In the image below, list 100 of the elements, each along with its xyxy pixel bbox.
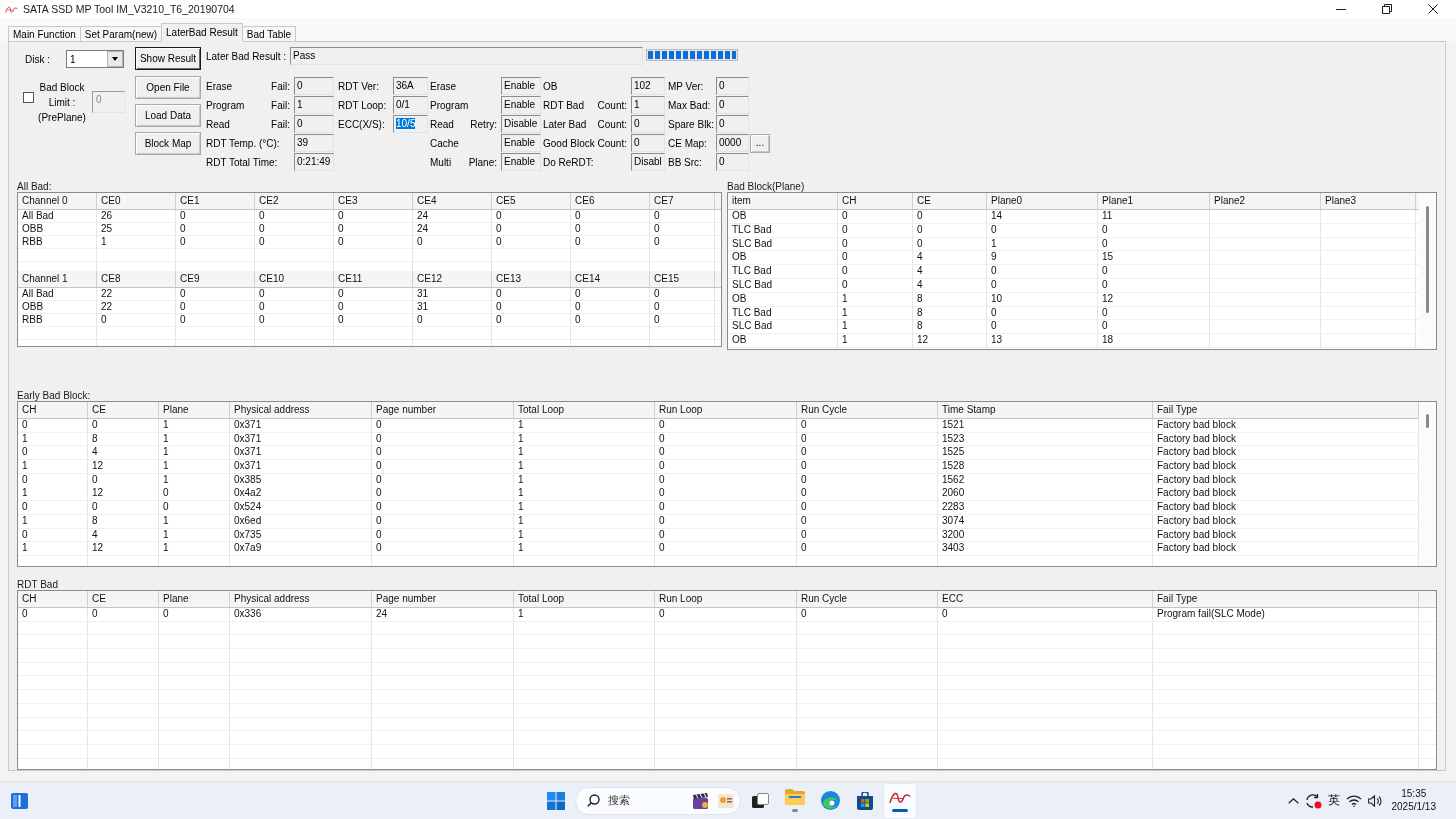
table-cell-text: 1 <box>21 514 29 528</box>
table-cell-text: 0 <box>495 314 503 327</box>
table-cell-text: 1523 <box>941 432 966 446</box>
value-field: 0 <box>631 134 665 152</box>
table-cell-text: SLC Bad <box>731 320 774 334</box>
push-button[interactable]: Load Data <box>135 104 201 127</box>
table-cell-text: 2060 <box>941 487 966 501</box>
table-cell-text: 0 <box>841 237 849 251</box>
tab[interactable]: LaterBad Result <box>161 23 243 42</box>
value-field: 0000 <box>716 134 749 152</box>
table-cell-text: 0 <box>800 432 808 446</box>
value-field: 0:21:49 <box>294 153 334 171</box>
split-panel-icon[interactable] <box>11 792 28 809</box>
table-cell-text: 0 <box>179 314 187 327</box>
clapperboard-icon <box>693 792 710 809</box>
table-cell-text: 26 <box>100 210 114 223</box>
tab[interactable]: Bad Table <box>241 26 297 42</box>
browse-button[interactable]: ... <box>750 133 770 153</box>
field-label: Count: <box>597 118 627 130</box>
column-header: Physical address <box>230 402 372 418</box>
table-cell-text: 8 <box>916 320 924 334</box>
tab[interactable]: Main Function <box>8 26 81 42</box>
tab[interactable]: Set Param(new) <box>79 26 163 42</box>
table-cell-text: 0 <box>574 210 582 223</box>
taskbar-button[interactable] <box>884 783 916 818</box>
table-cell-text: 0 <box>258 301 266 314</box>
column-header: CH <box>838 193 913 209</box>
column-header: CE <box>88 402 159 418</box>
table-cell-text: 0 <box>375 528 383 542</box>
table-cell-text: 0 <box>658 528 666 542</box>
table-cell-text: 1 <box>517 473 525 487</box>
column-header: Plane1 <box>1098 193 1210 209</box>
table-cell-text: 0 <box>990 223 998 237</box>
table-cell-text: 0 <box>21 473 29 487</box>
folder-icon <box>785 789 805 805</box>
table-cell-text: Program fail(SLC Mode) <box>1156 608 1266 621</box>
value-field: 0 <box>716 115 749 133</box>
table-cell-text: 12 <box>91 542 105 556</box>
table-cell-text: 0 <box>916 237 924 251</box>
table-cell-text: 0 <box>179 301 187 314</box>
table-cell-text: All Bad <box>21 210 55 223</box>
card-icon <box>718 793 734 808</box>
column-header: CE9 <box>176 271 255 287</box>
table-cell-text: Factory bad block <box>1156 501 1237 515</box>
input-method-button[interactable]: 英 <box>1324 785 1343 816</box>
table-cell-text: 0 <box>658 514 666 528</box>
field-label: Program <box>430 99 469 111</box>
field-label: ECC(X/S): <box>338 118 385 130</box>
table-cell-text: 0 <box>495 301 503 314</box>
table-cell-text: 0 <box>495 236 503 249</box>
table-cell-text: 0 <box>653 288 661 301</box>
scrollbar-thumb[interactable] <box>1426 206 1429 313</box>
table-cell-text: 0 <box>916 210 924 223</box>
push-button[interactable]: Show Result <box>135 47 201 70</box>
table-cell-text: 1 <box>162 473 170 487</box>
field-label: Cache <box>430 137 459 149</box>
column-header: CE10 <box>255 271 334 287</box>
table-cell-text: 0 <box>21 419 29 432</box>
column-header: Run Cycle <box>797 402 938 418</box>
table-cell-text: OBB <box>21 223 45 236</box>
table-cell-text: 0 <box>179 210 187 223</box>
indicator-bar-icon <box>892 808 908 812</box>
table-cell-text: 0 <box>1101 223 1109 237</box>
table-cell-text: 0 <box>162 608 170 621</box>
table-cell-text: 0 <box>21 608 29 621</box>
table-cell-text: 0 <box>841 210 849 223</box>
table-cell-text: 1 <box>517 542 525 556</box>
table-cell-text: 12 <box>1101 292 1115 306</box>
scrollbar-thumb[interactable] <box>1426 414 1429 428</box>
push-button[interactable]: Open File <box>135 76 201 99</box>
value-field: 0 <box>716 96 749 114</box>
field-label: Retry: <box>470 118 497 130</box>
table-cell-text: 0 <box>916 223 924 237</box>
push-button[interactable]: Block Map <box>135 132 201 155</box>
table-cell-text: 0 <box>21 501 29 515</box>
table-cell-text: 4 <box>916 279 924 292</box>
column-header: ECC <box>938 591 1153 607</box>
disk-select[interactable]: 1 <box>66 50 124 68</box>
section-label: Early Bad Block: <box>17 390 91 401</box>
column-header: CE7 <box>650 193 715 209</box>
table-cell-text: 1 <box>100 236 108 249</box>
volume-icon <box>1367 794 1383 807</box>
column-header: CE1 <box>176 193 255 209</box>
table-cell-text: 0 <box>574 223 582 236</box>
table-cell-text: 3403 <box>941 542 966 556</box>
column-header: Plane <box>159 402 230 418</box>
value-field: Enable <box>501 153 541 171</box>
field-label: Max Bad: <box>668 99 711 111</box>
column-header: Run Loop <box>655 402 797 418</box>
table-cell-text: 0x371 <box>233 460 263 474</box>
search-field[interactable]: 搜索 <box>575 786 741 815</box>
table-cell-text: OB <box>731 334 748 348</box>
field-label: Read <box>430 118 454 130</box>
table-cell-text: 0 <box>375 514 383 528</box>
column-header: CH <box>18 591 88 607</box>
table-cell-text: 11 <box>1101 210 1114 223</box>
section-label: RDT Bad <box>17 579 58 590</box>
table-cell-text: 1 <box>517 608 525 621</box>
value-field: 10/5 <box>393 115 428 133</box>
four-squares-icon <box>547 791 565 810</box>
